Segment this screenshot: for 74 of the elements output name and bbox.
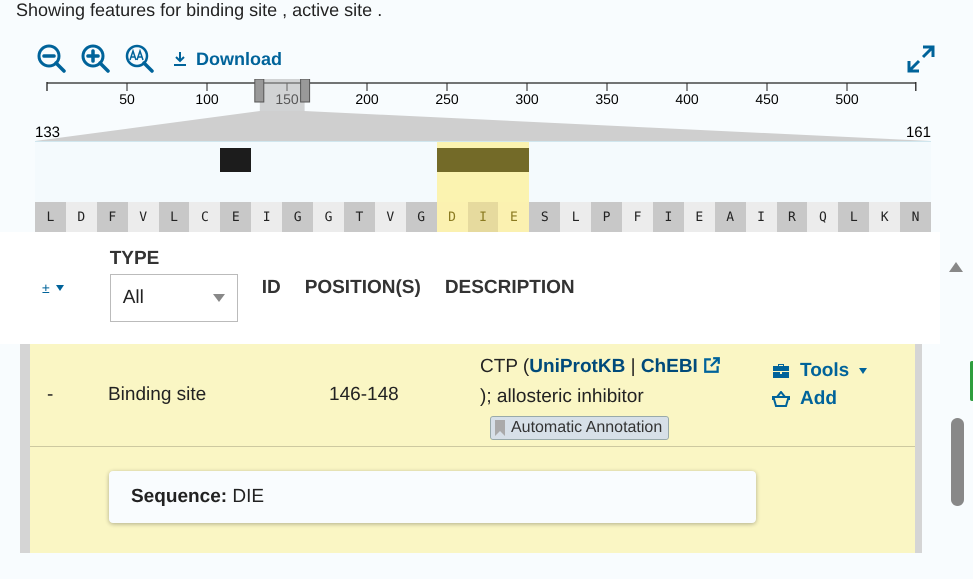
tools-button[interactable]: Tools [772,360,868,382]
tick-label: 250 [435,91,459,107]
toggle-all-button[interactable]: ± [38,276,68,300]
evidence-badge[interactable]: Automatic Annotation [490,416,670,440]
residue-cell: F [622,202,653,232]
column-header: DESCRIPTION [444,277,575,299]
residue-cell: E [220,202,252,232]
caret-icon [212,294,225,302]
residue-cell: N [900,202,931,232]
table-row[interactable]: - Binding site 146-148 CTP (UniProtKB | ChEBI ); allosteric inhibitor Automatic Annotation Tools Add Sequence: DIE [20,344,922,553]
description-text: CTP (UniProtKB | ChEBI ); allosteric inhibitor [480,352,730,412]
residue-cell: P [591,202,622,232]
residue-cell: I [746,202,777,232]
column-header: POSITION(S) [304,277,421,299]
zoom-reset-icon[interactable] [124,43,156,75]
add-button[interactable]: Add [772,388,837,410]
toolbox-icon [772,363,790,379]
basket-icon [772,391,790,407]
tick-label: 100 [195,91,219,107]
residue-cell: T [344,202,375,232]
caret-icon [56,285,64,291]
residue-cell: L [560,202,592,232]
residue-cell: D [66,202,97,232]
residue-cell: F [96,202,128,232]
tick-label: 200 [355,91,379,107]
tick-label: 450 [755,91,779,107]
bookmark-icon [495,420,505,436]
residue-cell: I [652,202,684,232]
residue-cell: R [776,202,808,232]
residue-cell: L [35,202,66,232]
brush-handle[interactable] [254,79,264,102]
residue-cell: E [684,202,715,232]
column-header: TYPE [110,248,160,270]
scroll-up-icon[interactable] [949,262,963,272]
residue-cell: V [374,202,406,232]
tick-label: 500 [835,91,859,107]
residue-cell: S [529,202,560,232]
residue-cell: G [282,202,314,232]
scrollbar-thumb[interactable] [951,418,964,506]
zoom-in-icon[interactable] [80,43,112,75]
tick-label: 400 [675,91,699,107]
residue-cell: G [406,202,437,232]
table-cell-text: Binding site [108,384,208,406]
uniprotkb-link[interactable]: UniProtKB [529,356,626,377]
sequence-text: Sequence: DIE [131,486,264,508]
intro-text: Showing features for binding site , active site . [16,0,384,21]
residue-cell: K [869,202,900,232]
residue-cell: V [128,202,159,232]
chebi-link[interactable]: ChEBI [640,356,698,377]
column-header: ID [262,277,281,299]
residue-cell: L [158,202,190,232]
residue-cell: I [468,202,498,232]
download-icon [172,51,188,67]
range-end: 161 [906,124,931,141]
tick-label: 150 [275,91,299,107]
download-button[interactable]: Download [168,48,286,70]
residue-cell: G [313,202,344,232]
collapse-toggle[interactable]: - [30,384,108,406]
residue-cell: Q [807,202,838,232]
tick-label: 300 [515,91,539,107]
external-link-icon[interactable] [703,356,722,374]
table-cell-text: 146-148 [329,384,400,406]
zoom-out-icon[interactable] [36,43,68,75]
tick-label: 350 [595,91,619,107]
tick-label: 50 [119,91,135,107]
brush-handle[interactable] [300,79,310,102]
residue-cell: I [251,202,282,232]
fullscreen-icon[interactable] [905,43,937,75]
type-dropdown[interactable]: All [110,274,238,322]
residue-cell: C [189,202,220,232]
residue-cell: L [838,202,870,232]
residue-cell: A [714,202,746,232]
range-start: 133 [35,124,60,141]
caret-icon [859,368,868,374]
